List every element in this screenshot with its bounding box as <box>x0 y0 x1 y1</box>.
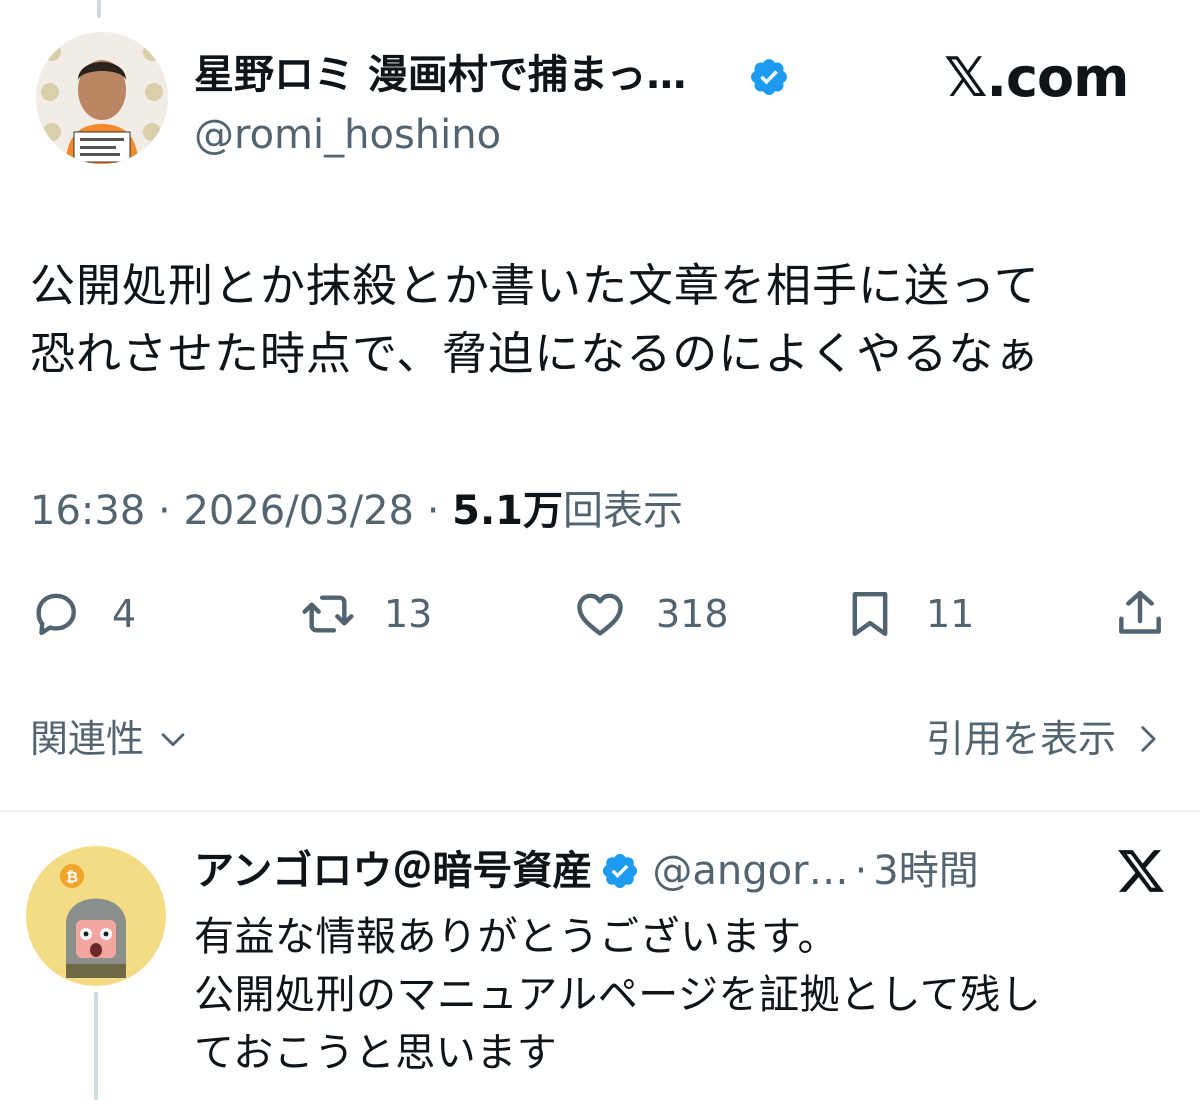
views-count[interactable]: 5.1万 <box>452 488 563 534</box>
svg-text:₿: ₿ <box>66 868 78 886</box>
speech-bubble-icon <box>36 593 76 636</box>
view-quotes-link[interactable]: 引用を表示 <box>926 712 1164 766</box>
chevron-right-icon <box>1141 726 1156 752</box>
thread-line-bottom <box>94 992 98 1100</box>
reply-text-line: ておこうと思います <box>194 1030 558 1076</box>
repost-count: 13 <box>384 592 433 636</box>
heart-icon <box>577 593 623 636</box>
repost-button[interactable]: 13 <box>300 584 432 644</box>
like-count: 318 <box>656 592 729 636</box>
verified-badge-icon <box>751 59 787 95</box>
reply-author-avatar[interactable]: ₿ <box>26 846 166 986</box>
verified-badge-icon <box>603 853 638 889</box>
author-avatar[interactable] <box>36 32 168 164</box>
relevance-label: 関連性 <box>30 717 145 761</box>
share-upload-icon <box>1119 590 1161 634</box>
reply-author-handle[interactable]: @angor… <box>652 844 848 898</box>
like-button[interactable]: 318 <box>572 584 729 644</box>
relevance-sort-dropdown[interactable]: 関連性 <box>30 712 190 766</box>
tweet-detail-page: 星野ロミ 漫画村で捕まっ… @romi_hoshino 𝕏.com 公開処刑とか… <box>0 0 1200 1100</box>
reply-text-line: 公開処刑のマニュアルページを証拠として残し <box>194 972 1042 1018</box>
reply-count: 4 <box>112 592 137 636</box>
reply-header: アンゴロウ＠暗号資産 @angor… · 3時間 <box>194 844 979 898</box>
xcom-logo: 𝕏.com <box>944 46 1129 109</box>
meta-separator: · <box>413 488 453 534</box>
view-quotes-label: 引用を表示 <box>925 717 1116 761</box>
tweet-text-line: 公開処刑とか抹殺とか書いた文章を相手に送って <box>30 259 1040 312</box>
author-handle[interactable]: @romi_hoshino <box>194 108 501 162</box>
reply-author-name[interactable]: アンゴロウ＠暗号資産 <box>194 844 592 898</box>
repost-arrows-icon <box>302 595 354 633</box>
bookmark-icon <box>852 591 888 637</box>
tweet-time[interactable]: 16:38 <box>30 488 145 534</box>
reply-separator: · <box>854 848 868 894</box>
thread-line-top <box>97 0 101 18</box>
reply-text-line: 有益な情報ありがとうございます。 <box>194 914 838 960</box>
section-divider <box>0 810 1200 812</box>
views-label: 回表示 <box>563 488 683 534</box>
tweet-text-line: 恐れさせた時点で、脅迫になるのによくやるなぁ <box>30 327 1041 380</box>
share-button[interactable] <box>1112 584 1168 644</box>
bookmark-count: 11 <box>926 592 975 636</box>
chevron-down-icon <box>161 733 185 747</box>
meta-separator: · <box>145 488 184 534</box>
reply-text: 有益な情報ありがとうございます。 公開処刑のマニュアルページを証拠として残し て… <box>194 908 1184 1082</box>
tweet-text: 公開処刑とか抹殺とか書いた文章を相手に送って 恐れさせた時点で、脅迫になるのによ… <box>30 252 1170 388</box>
tweet-meta: 16:38 · 2026/03/28 · 5.1万回表示 <box>30 484 683 538</box>
action-bar: 4 13 318 11 <box>0 584 1200 644</box>
reply-button[interactable]: 4 <box>28 584 136 644</box>
bookmark-button[interactable]: 11 <box>842 584 974 644</box>
author-name[interactable]: 星野ロミ 漫画村で捕まっ… <box>194 48 686 102</box>
reply-time[interactable]: 3時間 <box>873 844 978 898</box>
tweet-date[interactable]: 2026/03/28 <box>183 488 414 534</box>
x-logo-icon <box>1118 850 1164 892</box>
